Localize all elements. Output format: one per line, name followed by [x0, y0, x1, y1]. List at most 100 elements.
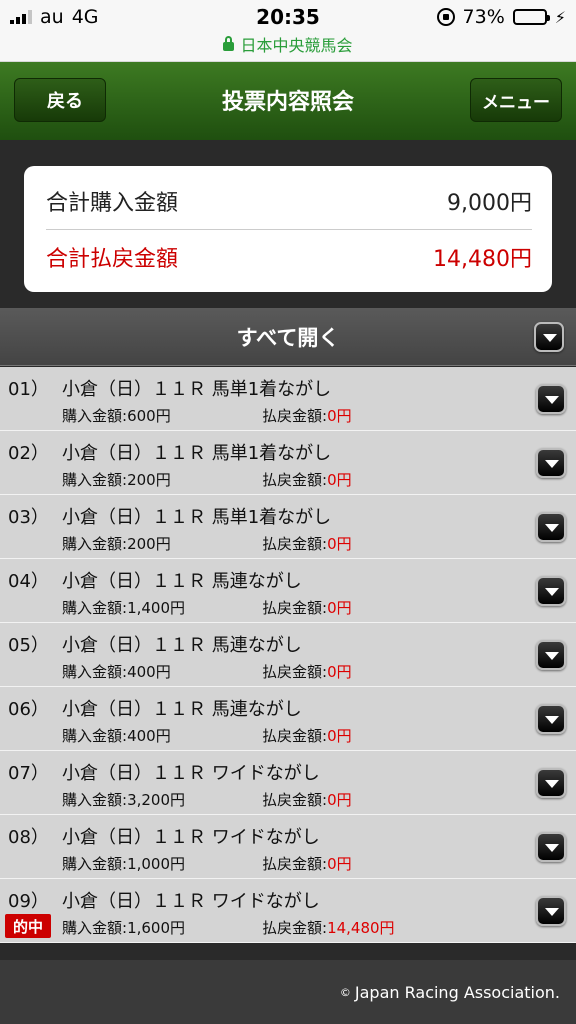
bet-payout-value: 0円	[327, 791, 352, 809]
bet-expand-chevron-down-icon[interactable]	[536, 640, 566, 670]
battery-percent: 73%	[462, 6, 505, 28]
bet-expand-chevron-down-icon[interactable]	[536, 512, 566, 542]
bet-payout-value: 0円	[327, 727, 352, 745]
expand-all-bar[interactable]: すべて開く	[0, 308, 576, 366]
bet-purchase-label: 購入金額:	[62, 727, 128, 745]
bet-title: 小倉（日）１１Ｒ 馬単1着ながし	[62, 507, 332, 528]
bet-payout: 払戻金額:0円	[262, 597, 352, 618]
bet-purchase: 購入金額:600円	[62, 405, 171, 426]
bet-purchase-value: 200円	[127, 471, 171, 489]
bet-expand-chevron-down-icon[interactable]	[536, 576, 566, 606]
copyright-symbol: ©	[339, 985, 351, 999]
bet-title: 小倉（日）１１Ｒ ワイドながし	[62, 891, 320, 912]
status-right: 73% ⚡	[436, 6, 566, 28]
bet-purchase-label: 購入金額:	[62, 855, 128, 873]
bet-payout: 払戻金額:0円	[262, 405, 352, 426]
bet-purchase-value: 1,600円	[127, 919, 186, 937]
bet-purchase-value: 400円	[127, 663, 171, 681]
bet-purchase: 購入金額:1,400円	[62, 597, 185, 618]
bet-row-6[interactable]: 06） 小倉（日）１１Ｒ 馬連ながし 購入金額:400円 払戻金額:0円	[0, 687, 576, 751]
bet-purchase: 購入金額:400円	[62, 725, 171, 746]
bet-payout-label: 払戻金額:	[262, 855, 328, 873]
bet-purchase-value: 200円	[127, 535, 171, 553]
total-payout-label: 合計払戻金額	[46, 247, 179, 272]
bet-expand-chevron-down-icon[interactable]	[536, 832, 566, 862]
bet-payout-value: 0円	[327, 407, 352, 425]
bet-purchase: 購入金額:3,200円	[62, 789, 185, 810]
bet-payout-value: 14,480円	[327, 919, 395, 937]
bet-payout-label: 払戻金額:	[262, 727, 328, 745]
bet-payout-value: 0円	[327, 599, 352, 617]
bet-row-4[interactable]: 04） 小倉（日）１１Ｒ 馬連ながし 購入金額:1,400円 払戻金額:0円	[0, 559, 576, 623]
bet-row-5[interactable]: 05） 小倉（日）１１Ｒ 馬連ながし 購入金額:400円 払戻金額:0円	[0, 623, 576, 687]
bet-expand-chevron-down-icon[interactable]	[536, 768, 566, 798]
bet-row-8[interactable]: 08） 小倉（日）１１Ｒ ワイドながし 購入金額:1,000円 払戻金額:0円	[0, 815, 576, 879]
bet-purchase: 購入金額:200円	[62, 469, 171, 490]
bet-payout-label: 払戻金額:	[262, 407, 328, 425]
bet-payout-value: 0円	[327, 471, 352, 489]
bet-title: 小倉（日）１１Ｒ 馬連ながし	[62, 635, 302, 656]
bet-purchase-value: 1,400円	[127, 599, 186, 617]
bet-purchase: 購入金額:1,000円	[62, 853, 185, 874]
bet-purchase-value: 400円	[127, 727, 171, 745]
bet-payout-value: 0円	[327, 663, 352, 681]
bet-payout-label: 払戻金額:	[262, 471, 328, 489]
total-payout-value: 14,480円	[433, 247, 532, 272]
bet-purchase: 購入金額:200円	[62, 533, 171, 554]
bet-payout-label: 払戻金額:	[262, 791, 328, 809]
charging-icon: ⚡	[554, 7, 566, 27]
summary-area: 合計購入金額 9,000円 合計払戻金額 14,480円	[0, 140, 576, 308]
bet-payout: 払戻金額:0円	[262, 661, 352, 682]
url-bar[interactable]: 日本中央競馬会	[0, 32, 576, 56]
bet-number: 08）	[8, 827, 49, 848]
total-purchase-label: 合計購入金額	[46, 190, 179, 216]
bet-payout: 払戻金額:0円	[262, 725, 352, 746]
bet-expand-chevron-down-icon[interactable]	[536, 896, 566, 926]
bet-payout: 払戻金額:0円	[262, 853, 352, 874]
bet-payout-label: 払戻金額:	[262, 535, 328, 553]
bet-purchase-label: 購入金額:	[62, 599, 128, 617]
bet-payout: 払戻金額:0円	[262, 789, 352, 810]
bet-payout-value: 0円	[327, 535, 352, 553]
total-payout-row: 合計払戻金額 14,480円	[46, 228, 532, 286]
bet-payout-value: 0円	[327, 855, 352, 873]
bet-expand-chevron-down-icon[interactable]	[536, 704, 566, 734]
bet-number: 05）	[8, 635, 49, 656]
bet-row-9[interactable]: 09） 小倉（日）１１Ｒ ワイドながし 的中 購入金額:1,600円 払戻金額:…	[0, 879, 576, 943]
menu-button[interactable]: メニュー	[470, 78, 562, 122]
url-text: 日本中央競馬会	[240, 36, 353, 55]
copyright-text: Japan Racing Association.	[354, 982, 560, 1002]
bet-payout: 払戻金額:14,480円	[262, 917, 395, 938]
hit-badge: 的中	[5, 914, 51, 938]
bet-purchase-value: 600円	[127, 407, 171, 425]
bet-payout: 払戻金額:0円	[262, 533, 352, 554]
bet-row-2[interactable]: 02） 小倉（日）１１Ｒ 馬単1着ながし 購入金額:200円 払戻金額:0円	[0, 431, 576, 495]
bet-expand-chevron-down-icon[interactable]	[536, 448, 566, 478]
bet-payout-label: 払戻金額:	[262, 663, 328, 681]
summary-card: 合計購入金額 9,000円 合計払戻金額 14,480円	[24, 166, 552, 292]
bet-number: 07）	[8, 763, 49, 784]
bet-purchase-value: 3,200円	[127, 791, 186, 809]
bet-expand-chevron-down-icon[interactable]	[536, 384, 566, 414]
bet-number: 02）	[8, 443, 49, 464]
bet-title: 小倉（日）１１Ｒ 馬単1着ながし	[62, 379, 332, 400]
bet-payout-label: 払戻金額:	[262, 919, 328, 937]
bet-purchase-label: 購入金額:	[62, 407, 128, 425]
footer: © Japan Racing Association.	[0, 960, 576, 1024]
bet-title: 小倉（日）１１Ｒ 馬連ながし	[62, 699, 302, 720]
total-purchase-row: 合計購入金額 9,000円	[46, 172, 532, 230]
bet-purchase-value: 1,000円	[127, 855, 186, 873]
bet-title: 小倉（日）１１Ｒ ワイドながし	[62, 827, 320, 848]
bet-purchase: 購入金額:400円	[62, 661, 171, 682]
expand-all-chevron-down-icon[interactable]	[534, 322, 564, 352]
total-purchase-value: 9,000円	[447, 190, 532, 216]
lock-icon	[223, 36, 235, 51]
bet-row-7[interactable]: 07） 小倉（日）１１Ｒ ワイドながし 購入金額:3,200円 払戻金額:0円	[0, 751, 576, 815]
bet-row-3[interactable]: 03） 小倉（日）１１Ｒ 馬単1着ながし 購入金額:200円 払戻金額:0円	[0, 495, 576, 559]
expand-all-label: すべて開く	[236, 325, 340, 350]
bet-title: 小倉（日）１１Ｒ 馬単1着ながし	[62, 443, 332, 464]
app-header: 戻る 投票内容照会 メニュー	[0, 62, 576, 140]
bet-title: 小倉（日）１１Ｒ 馬連ながし	[62, 571, 302, 592]
bet-purchase-label: 購入金額:	[62, 791, 128, 809]
bet-row-1[interactable]: 01） 小倉（日）１１Ｒ 馬単1着ながし 購入金額:600円 払戻金額:0円	[0, 367, 576, 431]
